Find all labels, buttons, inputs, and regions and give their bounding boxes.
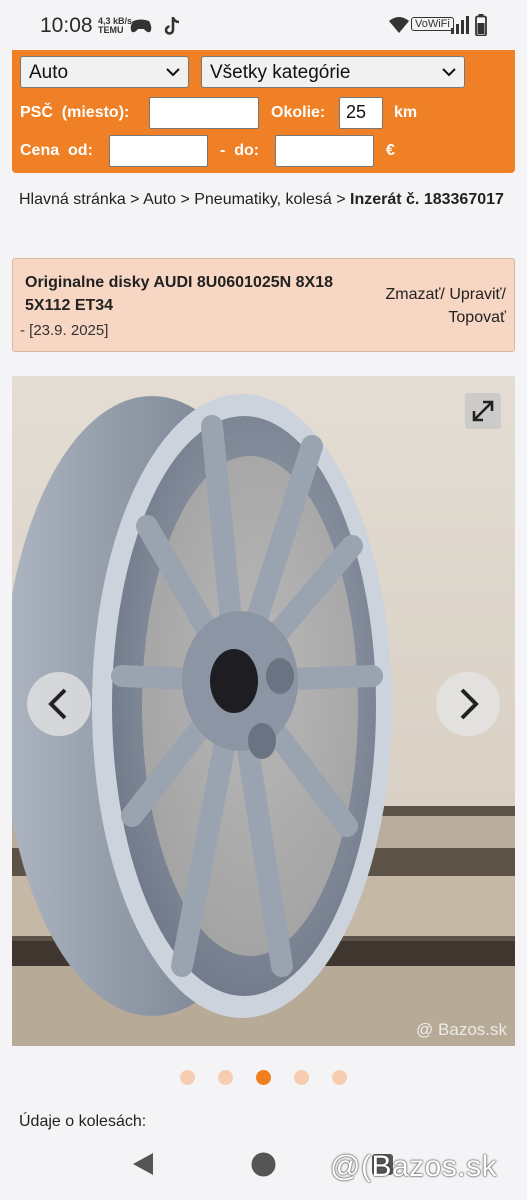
cena-do-input[interactable]: [275, 135, 374, 167]
status-bar: 10:08 4,3 kB/s TEMU VoWiFi: [0, 0, 527, 50]
chevron-down-icon: [442, 68, 456, 77]
okolie-input[interactable]: 25: [339, 97, 383, 129]
breadcrumb-current: Inzerát č. 183367017: [350, 191, 504, 208]
battery-icon: [475, 14, 487, 36]
cena-od-input[interactable]: [109, 135, 208, 167]
listing-title: Originalne disky AUDI 8U0601025N 8X18 5X…: [25, 274, 333, 314]
breadcrumb: Hlavná stránka > Auto > Pneumatiky, kole…: [19, 188, 509, 212]
expand-icon: [472, 400, 494, 422]
listing-photo[interactable]: @ Bazos.sk: [12, 376, 515, 1046]
pagination-dot[interactable]: [294, 1070, 309, 1085]
breadcrumb-auto[interactable]: Auto: [143, 191, 176, 208]
psc-label: PSČ (miesto):: [20, 104, 130, 121]
photo-next-button[interactable]: [436, 672, 500, 736]
breadcrumb-separator: >: [125, 191, 144, 208]
cena-do-label: - do:: [220, 142, 260, 159]
chevron-left-icon: [48, 688, 67, 720]
pagination-dot-active[interactable]: [256, 1070, 271, 1085]
android-nav-bar: @(Bazos.sk: [0, 1140, 527, 1200]
photo-watermark: @ Bazos.sk: [416, 1020, 507, 1039]
breadcrumb-home[interactable]: Hlavná stránka: [19, 191, 126, 208]
pagination-dot[interactable]: [332, 1070, 347, 1085]
status-mini-text: 4,3 kB/s TEMU: [98, 17, 132, 35]
search-form: Auto Všetky kategórie PSČ (miesto): Okol…: [12, 50, 515, 173]
breadcrumb-category[interactable]: Pneumatiky, kolesá: [194, 191, 332, 208]
subcategory-select-value: Všetky kategórie: [210, 62, 351, 83]
pagination-dot[interactable]: [218, 1070, 233, 1085]
photo-prev-button[interactable]: [27, 672, 91, 736]
status-time: 10:08: [40, 14, 93, 37]
signal-icon: [451, 16, 469, 34]
gamepad-icon: [130, 19, 152, 33]
photo-pagination: [0, 1068, 527, 1088]
category-select-value: Auto: [29, 62, 69, 83]
cena-label: Cena od:: [20, 142, 93, 159]
bazos-watermark: @(Bazos.sk: [330, 1150, 498, 1183]
subcategory-select[interactable]: Všetky kategórie: [201, 56, 465, 88]
category-select[interactable]: Auto: [20, 56, 189, 88]
breadcrumb-separator: >: [176, 191, 195, 208]
listing-actions[interactable]: Zmazať/ Upraviť/ Topovať: [356, 283, 506, 329]
chevron-down-icon: [166, 68, 180, 77]
psc-input[interactable]: [149, 97, 259, 129]
vowifi-badge: VoWiFi: [411, 17, 454, 31]
back-icon[interactable]: [131, 1152, 155, 1176]
currency-label: €: [386, 142, 395, 159]
okolie-unit: km: [394, 104, 418, 121]
chevron-right-icon: [460, 688, 479, 720]
fullscreen-button[interactable]: [465, 393, 501, 429]
wheel-details-heading: Údaje o kolesách:: [19, 1113, 147, 1130]
home-icon[interactable]: [251, 1152, 276, 1177]
temu-notification: TEMU: [98, 25, 124, 35]
pagination-dot[interactable]: [180, 1070, 195, 1085]
wifi-icon: [389, 17, 409, 33]
listing-header: Originalne disky AUDI 8U0601025N 8X18 5X…: [12, 258, 515, 352]
breadcrumb-separator: >: [331, 191, 351, 208]
okolie-label: Okolie:: [271, 104, 326, 121]
listing-date: - [23.9. 2025]: [20, 322, 109, 339]
tiktok-icon: [164, 17, 180, 35]
